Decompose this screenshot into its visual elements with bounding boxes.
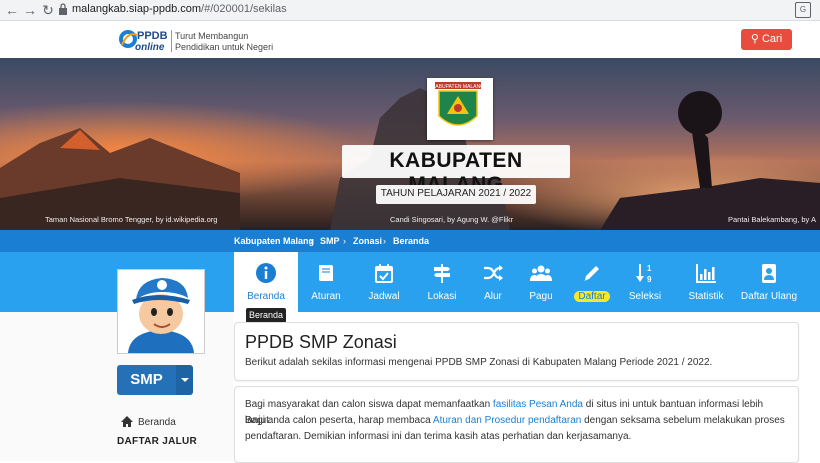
nav-label: Statistik [688, 291, 724, 302]
hero-banner [0, 58, 820, 230]
pesan-anda-link[interactable]: fasilitas Pesan Anda [493, 399, 583, 410]
bar-chart-icon [696, 264, 716, 283]
info-paragraph-2: Bagi anda calon peserta, harap membaca A… [245, 413, 790, 429]
search-button[interactable]: ⚲ Cari [741, 29, 792, 50]
level-select-button[interactable]: SMP [117, 365, 176, 395]
breadcrumb-item[interactable]: SMP [320, 236, 340, 246]
regency-emblem: KABUPATEN MALANG [427, 78, 493, 140]
users-icon [530, 265, 552, 281]
pencil-icon [584, 266, 599, 281]
info-paragraph-3: pendaftaran. Demikian informasi ini dan … [245, 431, 632, 442]
lock-icon [59, 3, 67, 15]
breadcrumb-separator: › [383, 236, 386, 246]
sort-numeric-icon: 19 [636, 264, 652, 284]
reload-icon[interactable]: ↻ [40, 2, 56, 18]
url-host: malangkab.siap-ppdb.com [72, 3, 202, 15]
nav-daftar-ulang[interactable]: Daftar Ulang [737, 252, 801, 312]
url-path: /#/020001/sekilas [201, 3, 287, 15]
book-icon [319, 265, 333, 281]
sidebar-section-heading: DAFTAR JALUR [117, 436, 198, 447]
forward-arrow-icon[interactable]: → [22, 2, 38, 18]
nav-aturan[interactable]: Aturan [294, 252, 358, 312]
nav-label: Daftar Ulang [740, 291, 798, 302]
calendar-icon [375, 264, 393, 283]
chevron-down-icon[interactable] [176, 365, 193, 395]
page-title: PPDB SMP Zonasi [245, 332, 397, 352]
tagline-line1: Turut Membangun [175, 31, 249, 41]
breadcrumb-separator: › [310, 236, 313, 246]
avatar [117, 269, 205, 354]
banner-caption-right: Pantai Balekambang, by A [728, 215, 816, 224]
home-icon [121, 416, 133, 427]
text-run: dengan seksama sebelum melakukan proses [581, 415, 785, 426]
tagline-line2: Pendidikan untuk Negeri [175, 42, 274, 52]
nav-beranda[interactable]: Beranda [234, 252, 298, 312]
nav-label: Beranda [247, 291, 285, 302]
svg-text:1: 1 [647, 264, 652, 273]
aturan-prosedur-link[interactable]: Aturan dan Prosedur pendaftaran [433, 415, 581, 426]
breadcrumb-item[interactable]: Kabupaten Malang [234, 236, 314, 246]
breadcrumb-separator: › [343, 236, 346, 246]
nav-label: Jadwal [368, 291, 400, 302]
svg-text:online: online [135, 42, 165, 53]
logo-divider [171, 30, 172, 52]
shuffle-icon [484, 265, 503, 281]
nav-statistik[interactable]: Statistik [674, 252, 738, 312]
svg-text:PPDB: PPDB [137, 30, 168, 42]
search-icon: ⚲ [750, 33, 759, 45]
sidebar-item-beranda[interactable]: Beranda [138, 417, 176, 428]
id-card-icon [762, 264, 776, 283]
info-icon [256, 263, 276, 283]
banner-caption-left: Taman Nasional Bromo Tengger, by id.wiki… [45, 215, 218, 224]
breadcrumb-item[interactable]: Beranda [393, 236, 429, 246]
banner-caption-center: Candi Singosari, by Agung W. @Flikr [390, 215, 514, 224]
back-arrow-icon[interactable]: ← [4, 2, 20, 18]
search-button-label: Cari [761, 33, 783, 45]
nav-label: Seleksi [628, 291, 662, 302]
banner-year: TAHUN PELAJARAN 2021 / 2022 [380, 188, 532, 199]
text-run: Bagi anda calon peserta, harap membaca [245, 415, 433, 426]
nav-label: Aturan [311, 291, 341, 302]
breadcrumb-item[interactable]: Zonasi [353, 236, 382, 246]
nav-seleksi[interactable]: 19 Seleksi [613, 252, 677, 312]
text-run: Bagi masyarakat dan calon siswa dapat me… [245, 399, 493, 410]
ppdb-online-logo[interactable]: PPDB online [117, 25, 169, 55]
emblem-text: KABUPATEN MALANG [432, 84, 484, 90]
nav-label-highlight: Daftar [574, 291, 610, 302]
nav-jadwal[interactable]: Jadwal [352, 252, 416, 312]
svg-text:9: 9 [647, 275, 652, 284]
address-bar[interactable]: malangkab.siap-ppdb.com/#/020001/sekilas [72, 3, 287, 15]
signpost-icon [434, 264, 450, 283]
tooltip: Beranda [246, 308, 286, 323]
page-subtitle: Berikut adalah sekilas informasi mengena… [245, 357, 713, 368]
translate-icon[interactable]: G [795, 2, 811, 18]
banner-landscape-image [0, 58, 820, 230]
